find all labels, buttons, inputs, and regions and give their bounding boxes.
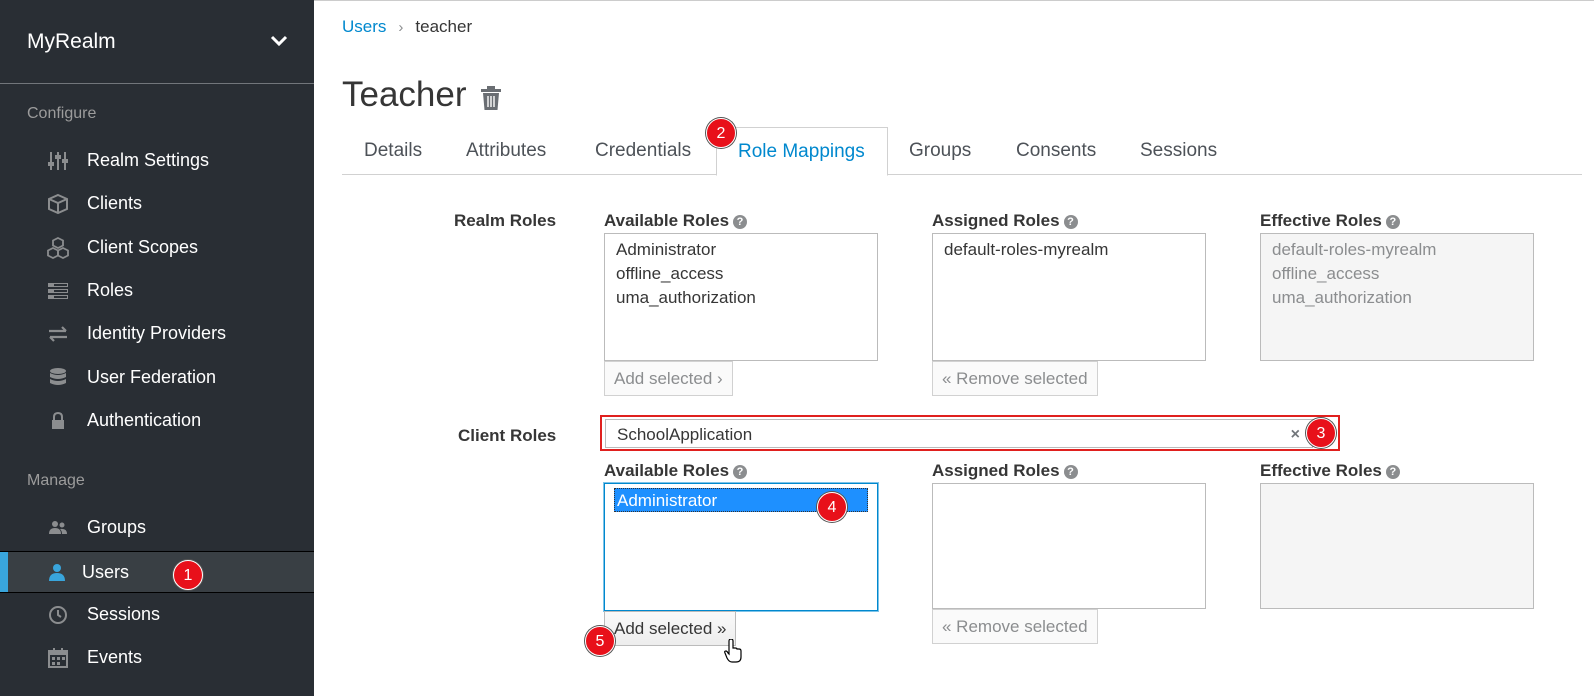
sidebar-item-identity-providers[interactable]: Identity Providers bbox=[0, 313, 314, 355]
sidebar-item-label: Groups bbox=[87, 517, 147, 537]
sidebar-item-label: Roles bbox=[87, 280, 134, 300]
tab-credentials[interactable]: Credentials bbox=[595, 127, 691, 175]
list-icon bbox=[48, 283, 68, 299]
sidebar-item-events[interactable]: Events bbox=[0, 637, 314, 679]
sidebar-item-clients[interactable]: Clients bbox=[0, 183, 314, 225]
realm-assigned-roles-list[interactable]: default-roles-myrealm bbox=[932, 233, 1206, 361]
client-assigned-roles-list[interactable] bbox=[932, 483, 1206, 609]
realm-name: MyRealm bbox=[27, 30, 116, 53]
list-item: default-roles-myrealm bbox=[1272, 240, 1437, 259]
cubes-icon bbox=[47, 237, 69, 259]
tab-attributes[interactable]: Attributes bbox=[466, 127, 546, 175]
sidebar-item-groups[interactable]: Groups bbox=[0, 507, 314, 549]
sidebar-item-label: Realm Settings bbox=[87, 150, 210, 170]
page-title: Teacher bbox=[342, 75, 467, 114]
sidebar-item-label: Events bbox=[87, 647, 143, 667]
annotation-badge-3: 3 bbox=[1306, 418, 1336, 448]
realm-assigned-header: Assigned Roles? bbox=[932, 211, 1078, 231]
sidebar-item-label: Identity Providers bbox=[87, 323, 227, 343]
users-icon bbox=[49, 521, 67, 534]
active-indicator bbox=[0, 552, 8, 592]
realm-available-roles-list[interactable]: Administrator offline_access uma_authori… bbox=[604, 233, 878, 361]
main-content: Users › teacher Teacher Details Attributes… bbox=[314, 0, 1594, 696]
realm-available-header: Available Roles? bbox=[604, 211, 748, 231]
client-add-selected-button[interactable]: Add selected » bbox=[604, 611, 737, 646]
configure-section-label: Configure bbox=[27, 105, 97, 122]
trash-icon[interactable] bbox=[480, 85, 502, 111]
client-effective-roles-list bbox=[1260, 483, 1534, 609]
annotation-badge-5: 5 bbox=[585, 626, 615, 656]
annotation-badge-2: 2 bbox=[706, 118, 736, 148]
tab-role-mappings[interactable]: Role Mappings bbox=[716, 127, 888, 176]
tab-sessions[interactable]: Sessions bbox=[1140, 127, 1217, 175]
sidebar-item-label: User Federation bbox=[87, 367, 217, 387]
cube-icon bbox=[48, 193, 68, 215]
list-item[interactable]: offline_access bbox=[616, 262, 866, 286]
clock-icon bbox=[49, 606, 67, 624]
calendar-icon bbox=[48, 648, 68, 668]
help-icon[interactable]: ? bbox=[1063, 215, 1078, 229]
clear-icon[interactable]: × bbox=[1291, 426, 1300, 444]
list-item: offline_access bbox=[1272, 264, 1380, 283]
sidebar-item-roles[interactable]: Roles bbox=[0, 270, 314, 312]
tab-consents[interactable]: Consents bbox=[1016, 127, 1096, 175]
help-icon[interactable]: ? bbox=[1385, 215, 1400, 229]
list-item[interactable]: uma_authorization bbox=[616, 286, 866, 310]
manage-section-label: Manage bbox=[27, 472, 85, 489]
realm-selector[interactable]: MyRealm bbox=[0, 0, 314, 84]
sidebar: MyRealm Configure Realm Settings Clients… bbox=[0, 0, 314, 696]
client-select[interactable]: SchoolApplication × bbox=[605, 419, 1313, 448]
client-select-highlight: SchoolApplication × bbox=[600, 415, 1340, 451]
realm-roles-label: Realm Roles bbox=[454, 211, 557, 230]
breadcrumb-separator: › bbox=[398, 19, 404, 36]
list-item: uma_authorization bbox=[1272, 288, 1412, 307]
realm-remove-selected-button[interactable]: « Remove selected bbox=[932, 361, 1098, 396]
sidebar-item-user-federation[interactable]: User Federation bbox=[0, 357, 314, 399]
sliders-icon bbox=[48, 152, 68, 170]
lock-icon bbox=[52, 411, 64, 429]
sidebar-item-label: Sessions bbox=[87, 604, 161, 624]
help-icon[interactable]: ? bbox=[1385, 465, 1400, 479]
exchange-icon bbox=[49, 326, 67, 342]
sidebar-item-label: Clients bbox=[87, 193, 143, 213]
client-effective-header: Effective Roles? bbox=[1260, 461, 1400, 481]
breadcrumb-current: teacher bbox=[415, 17, 473, 36]
breadcrumb-users-link[interactable]: Users bbox=[342, 17, 386, 36]
annotation-badge-1: 1 bbox=[173, 560, 203, 590]
tab-details[interactable]: Details bbox=[364, 127, 422, 175]
sidebar-item-label: Users bbox=[82, 562, 130, 582]
breadcrumb: Users › teacher bbox=[342, 17, 472, 37]
hand-cursor-icon bbox=[724, 639, 742, 663]
help-icon[interactable]: ? bbox=[1063, 465, 1078, 479]
chevron-down-icon bbox=[270, 35, 288, 47]
realm-effective-roles-list: default-roles-myrealm offline_access uma… bbox=[1260, 233, 1534, 361]
user-icon bbox=[49, 564, 65, 581]
help-icon[interactable]: ? bbox=[733, 215, 748, 229]
list-item[interactable]: Administrator bbox=[616, 238, 866, 262]
client-available-header: Available Roles? bbox=[604, 461, 748, 481]
client-assigned-header: Assigned Roles? bbox=[932, 461, 1078, 481]
realm-effective-header: Effective Roles? bbox=[1260, 211, 1400, 231]
sidebar-item-client-scopes[interactable]: Client Scopes bbox=[0, 227, 314, 269]
tab-groups[interactable]: Groups bbox=[909, 127, 971, 175]
sidebar-item-authentication[interactable]: Authentication bbox=[0, 400, 314, 442]
help-icon[interactable]: ? bbox=[733, 465, 748, 479]
client-remove-selected-button[interactable]: « Remove selected bbox=[932, 609, 1098, 644]
sidebar-item-sessions[interactable]: Sessions bbox=[0, 594, 314, 636]
sidebar-item-realm-settings[interactable]: Realm Settings bbox=[0, 140, 314, 182]
database-icon bbox=[50, 368, 66, 385]
list-item[interactable]: default-roles-myrealm bbox=[944, 238, 1194, 262]
client-select-value: SchoolApplication bbox=[617, 425, 753, 444]
sidebar-item-label: Client Scopes bbox=[87, 237, 199, 257]
realm-add-selected-button[interactable]: Add selected › bbox=[604, 361, 733, 396]
client-roles-label: Client Roles bbox=[458, 426, 557, 445]
tab-bar: Details Attributes Credentials Role Mapp… bbox=[342, 127, 1582, 176]
sidebar-item-users[interactable]: Users bbox=[0, 551, 314, 593]
annotation-badge-4: 4 bbox=[817, 492, 847, 522]
sidebar-item-label: Authentication bbox=[87, 410, 202, 430]
